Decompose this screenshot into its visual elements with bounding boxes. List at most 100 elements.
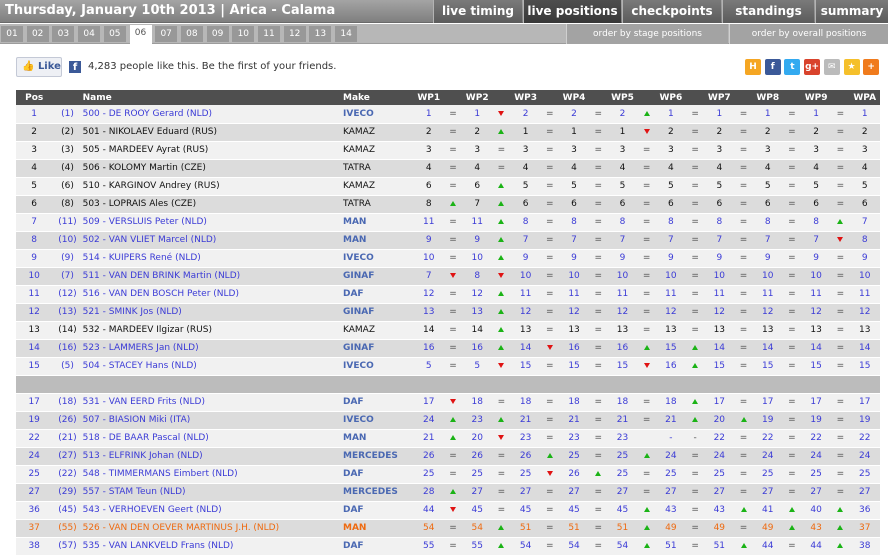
- row-wpa-value: 27: [849, 483, 880, 502]
- row-wp7-value: 27: [704, 483, 735, 502]
- table-row[interactable]: 4 (4) 506 - KOLOMY Martin (CZE) TATRA 4 = 4 = 4 =…: [16, 159, 880, 178]
- stage-tab-09[interactable]: 09: [206, 26, 229, 42]
- stage-tab-11[interactable]: 11: [258, 26, 280, 42]
- header-name[interactable]: Name: [82, 90, 343, 105]
- table-row[interactable]: 6 (8) 503 - LOPRAIS Ales (CZE) TATRA 8 7 6 = 6 = 6…: [16, 195, 880, 214]
- stage-tab-07[interactable]: 07: [155, 26, 178, 42]
- row-change-indicator: [492, 123, 511, 142]
- row-driver-name: 507 - BIASION Miki (ITA): [82, 411, 343, 430]
- position-up-icon: [498, 417, 505, 422]
- stage-tab-04[interactable]: 04: [78, 26, 101, 42]
- stage-tab-14[interactable]: 14: [335, 26, 358, 42]
- row-wp2-value: 12: [462, 285, 493, 304]
- hyves-icon[interactable]: H: [745, 59, 761, 75]
- order-by-stage-button[interactable]: order by stage positions: [566, 24, 728, 44]
- row-wp5-value: 1: [607, 123, 638, 142]
- row-make: DAF: [343, 393, 414, 412]
- row-change-indicator: =: [589, 285, 608, 304]
- table-row[interactable]: 15 (5) 504 - STACEY Hans (NLD) IVECO 5 = 5 15 = 1…: [16, 357, 880, 376]
- table-row[interactable]: 27 (29) 557 - STAM Teun (NLD) MERCEDES 28 27 =…: [16, 483, 880, 502]
- like-label: Like: [37, 61, 61, 72]
- table-row[interactable]: 12 (13) 521 - SMINK Jos (NLD) GINAF 13 = 13 12 =…: [16, 303, 880, 322]
- stage-tab-06[interactable]: 06: [129, 25, 152, 44]
- row-change-indicator: =: [831, 321, 850, 340]
- stage-tab-02[interactable]: 02: [26, 26, 49, 42]
- row-wp5-value: 21: [607, 411, 638, 430]
- header-pos[interactable]: Pos: [16, 90, 53, 105]
- table-row[interactable]: 9 (9) 514 - KUIPERS René (NLD) IVECO 10 = 10 9 =…: [16, 249, 880, 268]
- table-row[interactable]: 38 (57) 535 - VAN LANKVELD Frans (NLD) DAF 5…: [16, 537, 880, 556]
- table-row[interactable]: 17 (18) 531 - VAN EERD Frits (NLD) DAF 17 18 =…: [16, 393, 880, 412]
- header-wp3[interactable]: WP3: [510, 90, 541, 105]
- tab-standings[interactable]: standings: [722, 0, 814, 23]
- favorite-star-icon[interactable]: ★: [843, 59, 860, 75]
- stage-tab-08[interactable]: 08: [180, 26, 203, 42]
- row-position: 36: [16, 501, 53, 520]
- table-row[interactable]: 14 (16) 523 - LAMMERS Jan (NLD) GINAF 16 = 16 1…: [16, 339, 880, 358]
- stage-tab-12[interactable]: 12: [283, 26, 306, 42]
- stage-tab-10[interactable]: 10: [232, 26, 255, 42]
- row-driver-name: 557 - STAM Teun (NLD): [82, 483, 343, 502]
- row-change-indicator: =: [734, 213, 753, 232]
- header-wp5[interactable]: WP5: [607, 90, 638, 105]
- header-wp7[interactable]: WP7: [704, 90, 735, 105]
- row-change-indicator: =: [589, 213, 608, 232]
- table-row[interactable]: 13 (14) 532 - MARDEEV Ilgizar (RUS) KAMAZ 14…: [16, 321, 880, 340]
- table-row[interactable]: 8 (10) 502 - VAN VLIET Marcel (NLD) MAN 9 = 9 7…: [16, 231, 880, 250]
- row-wp5-value: 7: [607, 231, 638, 250]
- table-row[interactable]: 5 (6) 510 - KARGINOV Andrey (RUS) KAMAZ 6 = 6 5…: [16, 177, 880, 196]
- table-row[interactable]: 25 (22) 548 - TIMMERMANS Eimbert (NLD) DAF 2…: [16, 465, 880, 484]
- row-wp8-value: 13: [752, 321, 783, 340]
- header-wp8[interactable]: WP8: [752, 90, 783, 105]
- more-plus-icon[interactable]: +: [863, 59, 880, 75]
- row-wp1-value: 12: [413, 285, 444, 304]
- row-wp6-value: 4: [655, 159, 687, 178]
- header-make[interactable]: Make: [343, 90, 414, 105]
- header-wp2[interactable]: WP2: [462, 90, 493, 105]
- stage-tab-01[interactable]: 01: [1, 26, 23, 42]
- row-change-indicator: =: [782, 123, 802, 142]
- facebook-share-icon[interactable]: f: [764, 59, 781, 75]
- tab-checkpoints[interactable]: checkpoints: [622, 0, 721, 23]
- row-wp5-value: 23: [607, 429, 638, 448]
- row-make: KAMAZ: [343, 141, 414, 160]
- header-wp9[interactable]: WP9: [801, 90, 832, 105]
- table-row[interactable]: 3 (3) 505 - MARDEEV Ayrat (RUS) KAMAZ 3 = 3 = 3 =…: [16, 141, 880, 160]
- table-row[interactable]: 24 (27) 513 - ELFRINK Johan (NLD) MERCEDES 2…: [16, 447, 880, 466]
- header-wp4[interactable]: WP4: [558, 90, 590, 105]
- row-wp4-value: 27: [558, 483, 590, 502]
- table-row[interactable]: 11 (12) 516 - VAN DEN BOSCH Peter (NLD) DAF…: [16, 285, 880, 304]
- table-row[interactable]: 7 (11) 509 - VERSLUIS Peter (NLD) MAN 11 = 11 8…: [16, 213, 880, 232]
- row-change-indicator: =: [443, 177, 463, 196]
- stage-tab-03[interactable]: 03: [52, 26, 75, 42]
- table-row[interactable]: 37 (55) 526 - VAN DEN OEVER MARTINUS J.H. …: [16, 519, 880, 538]
- row-change-indicator: =: [637, 249, 656, 268]
- tab-summary[interactable]: summary: [815, 0, 888, 23]
- email-icon[interactable]: ✉: [823, 59, 840, 75]
- table-row[interactable]: 36 (45) 543 - VERHOEVEN Geert (NLD) DAF 44 45…: [16, 501, 880, 520]
- header-wp1[interactable]: WP1: [413, 90, 444, 105]
- row-change-indicator: =: [492, 141, 511, 160]
- table-row[interactable]: 22 (21) 518 - DE BAAR Pascal (NLD) MAN 21 20 2…: [16, 429, 880, 448]
- tab-live-timing[interactable]: live timing: [433, 0, 522, 23]
- row-wp8-value: 4: [752, 159, 783, 178]
- google-plus-icon[interactable]: g+: [804, 59, 821, 75]
- header-wpa[interactable]: WPA: [849, 90, 880, 105]
- row-wp2-value: 16: [462, 339, 493, 358]
- table-row[interactable]: 10 (7) 511 - VAN DEN BRINK Martin (NLD) GIN…: [16, 267, 880, 286]
- row-change-indicator: =: [589, 537, 608, 556]
- row-wp9-value: 19: [801, 411, 832, 430]
- twitter-icon[interactable]: t: [784, 59, 801, 75]
- table-row[interactable]: 19 (26) 507 - BIASION Miki (ITA) IVECO 24 23 2…: [16, 411, 880, 430]
- stage-tab-05[interactable]: 05: [103, 26, 126, 42]
- table-row[interactable]: 2 (2) 501 - NIKOLAEV Eduard (RUS) KAMAZ 2 = 2 1…: [16, 123, 880, 142]
- facebook-like-button[interactable]: 👍 Like: [16, 57, 62, 77]
- position-up-icon: [498, 345, 505, 350]
- row-change-indicator: =: [782, 429, 802, 448]
- header-wp6[interactable]: WP6: [655, 90, 687, 105]
- tab-live-positions[interactable]: live positions: [523, 0, 621, 23]
- order-by-overall-button[interactable]: order by overall positions: [729, 24, 888, 44]
- table-row[interactable]: 1 (1) 500 - DE ROOY Gerard (NLD) IVECO 1 = 1 2 =…: [16, 105, 880, 124]
- row-wp8-value: 44: [752, 537, 783, 556]
- stage-tab-13[interactable]: 13: [309, 26, 332, 42]
